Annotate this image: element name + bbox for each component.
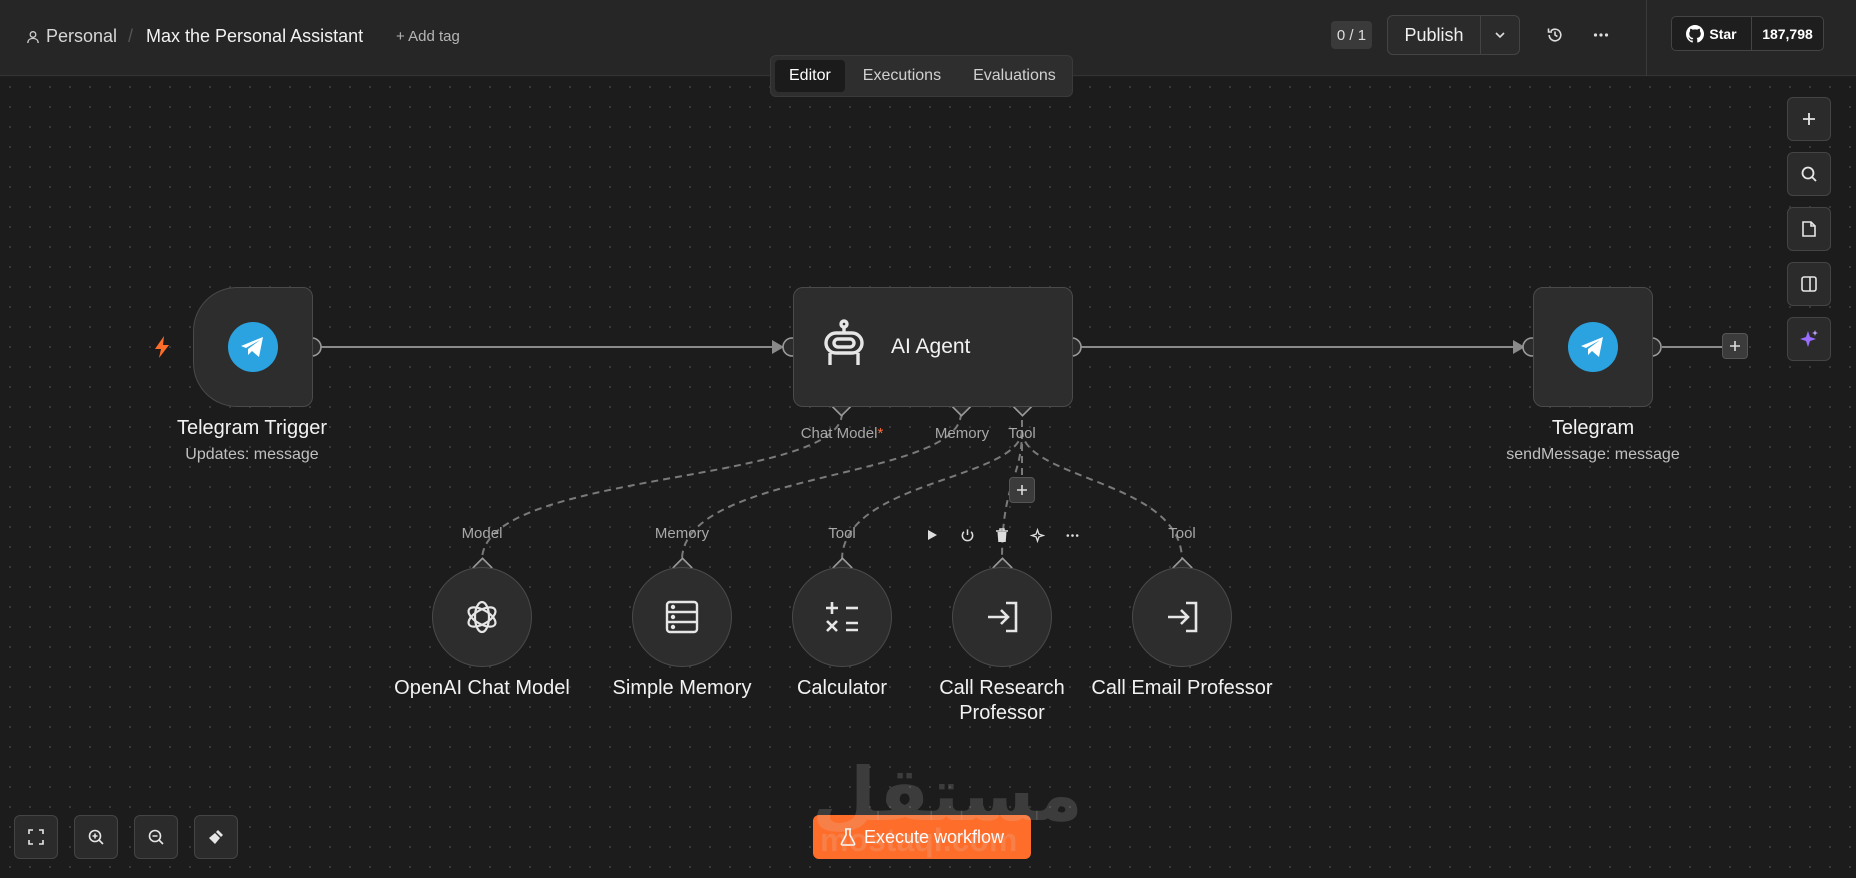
zoom-in-icon xyxy=(88,829,104,845)
port-label-memory: Memory xyxy=(934,425,990,442)
node-telegram-trigger[interactable] xyxy=(193,287,313,407)
version-counter: 0 / 1 xyxy=(1331,21,1372,49)
tab-editor[interactable]: Editor xyxy=(775,60,845,92)
ai-sparkle-icon xyxy=(1800,330,1818,347)
port-label-tool: Tool xyxy=(1008,425,1036,442)
node-openai-chat-model[interactable] xyxy=(432,567,532,667)
port-label-chat-model: Chat Model* xyxy=(792,425,892,442)
user-icon xyxy=(27,30,39,43)
node-openai-chat-model-title: OpenAI Chat Model xyxy=(394,677,570,699)
breadcrumb-project-label: Personal xyxy=(46,26,118,46)
clean-up-icon xyxy=(209,830,223,844)
sign-in-arrow-icon xyxy=(1168,601,1198,633)
node-telegram[interactable] xyxy=(1533,287,1653,407)
tab-executions[interactable]: Executions xyxy=(849,60,955,92)
breadcrumb-project[interactable]: Personal xyxy=(26,26,117,47)
search-nodes-button[interactable] xyxy=(1787,152,1831,196)
sign-in-arrow-icon xyxy=(988,601,1018,633)
node-simple-memory[interactable] xyxy=(632,567,732,667)
database-icon xyxy=(665,600,699,634)
add-next-node-button[interactable] xyxy=(1722,333,1748,359)
tab-evaluations[interactable]: Evaluations xyxy=(959,60,1070,92)
sparkle-icon xyxy=(1029,527,1045,543)
node-ai-agent-title: AI Agent xyxy=(891,335,971,358)
power-icon xyxy=(961,528,973,541)
zoom-out-icon xyxy=(148,829,164,845)
telegram-icon xyxy=(228,322,278,372)
node-telegram-trigger-title: Telegram Trigger xyxy=(176,417,328,439)
calculator-icon xyxy=(826,602,858,632)
fit-view-icon xyxy=(28,829,44,845)
node-call-research-professor[interactable] xyxy=(952,567,1052,667)
github-star-widget[interactable]: Star 187,798 xyxy=(1671,16,1824,51)
add-node-button[interactable] xyxy=(1787,97,1831,141)
plus-icon xyxy=(1017,485,1027,495)
view-tabs: Editor Executions Evaluations xyxy=(770,55,1073,97)
header-divider xyxy=(1646,0,1647,76)
add-tool-button[interactable] xyxy=(1009,477,1035,503)
plus-icon xyxy=(1803,113,1815,125)
github-star-button[interactable]: Star xyxy=(1672,17,1752,50)
subnode-port-label-calculator: Tool xyxy=(828,525,856,542)
chevron-down-icon xyxy=(1495,32,1505,39)
workflow-name[interactable]: Max the Personal Assistant xyxy=(146,26,363,47)
publish-button[interactable]: Publish xyxy=(1388,16,1481,54)
github-star-count: 187,798 xyxy=(1762,25,1813,42)
node-telegram-title: Telegram xyxy=(1551,417,1635,439)
history-button[interactable] xyxy=(1542,22,1568,48)
github-star-label: Star xyxy=(1709,25,1737,42)
run-node-button[interactable] xyxy=(920,523,944,547)
publish-options-button[interactable] xyxy=(1481,16,1519,54)
search-icon xyxy=(1801,166,1817,182)
watermark-url: mostaql.com xyxy=(820,822,1018,858)
subnode-port-label-model: Model xyxy=(461,525,503,542)
telegram-icon xyxy=(1568,322,1618,372)
play-icon xyxy=(928,530,937,540)
robot-icon xyxy=(816,318,872,379)
ai-assist-node-button[interactable] xyxy=(1025,523,1049,547)
port-label-chat-model-text: Chat Model xyxy=(800,425,878,442)
subnode-port-label-email: Tool xyxy=(1168,525,1196,542)
node-more-button[interactable] xyxy=(1060,523,1084,547)
trigger-bolt-icon xyxy=(151,335,173,364)
add-tag-button[interactable]: + Add tag xyxy=(396,28,460,45)
toggle-panel-button[interactable] xyxy=(1787,262,1831,306)
plus-icon xyxy=(1730,341,1740,351)
node-simple-memory-title: Simple Memory xyxy=(612,677,752,699)
add-sticky-note-button[interactable] xyxy=(1787,207,1831,251)
more-options-button[interactable] xyxy=(1588,22,1614,48)
openai-icon xyxy=(467,600,497,634)
publish-button-group: Publish xyxy=(1387,15,1520,55)
more-horizontal-icon xyxy=(1593,33,1609,37)
zoom-in-button[interactable] xyxy=(74,815,118,859)
node-telegram-trigger-subtitle: Updates: message xyxy=(185,446,319,463)
fit-view-button[interactable] xyxy=(14,815,58,859)
node-call-email-professor[interactable] xyxy=(1132,567,1232,667)
breadcrumb-separator: / xyxy=(128,26,134,46)
github-icon xyxy=(1686,24,1705,43)
node-telegram-subtitle: sendMessage: message xyxy=(1506,446,1680,463)
subnode-port-label-memory: Memory xyxy=(654,525,710,542)
history-icon xyxy=(1547,28,1562,42)
required-marker: * xyxy=(877,425,884,442)
node-call-email-professor-title: Call Email Professor xyxy=(1091,677,1273,699)
zoom-out-button[interactable] xyxy=(134,815,178,859)
panel-icon xyxy=(1801,276,1817,292)
sticky-note-icon xyxy=(1802,221,1816,237)
node-call-research-professor-title-line2: Professor xyxy=(959,702,1045,724)
tidy-up-button[interactable] xyxy=(194,815,238,859)
node-calculator[interactable] xyxy=(792,567,892,667)
delete-node-button[interactable] xyxy=(990,523,1014,547)
trash-icon xyxy=(996,527,1008,542)
node-hover-toolbar xyxy=(920,522,1084,548)
more-icon xyxy=(1066,533,1078,537)
deactivate-node-button[interactable] xyxy=(955,523,979,547)
ai-assistant-button[interactable] xyxy=(1787,317,1831,361)
